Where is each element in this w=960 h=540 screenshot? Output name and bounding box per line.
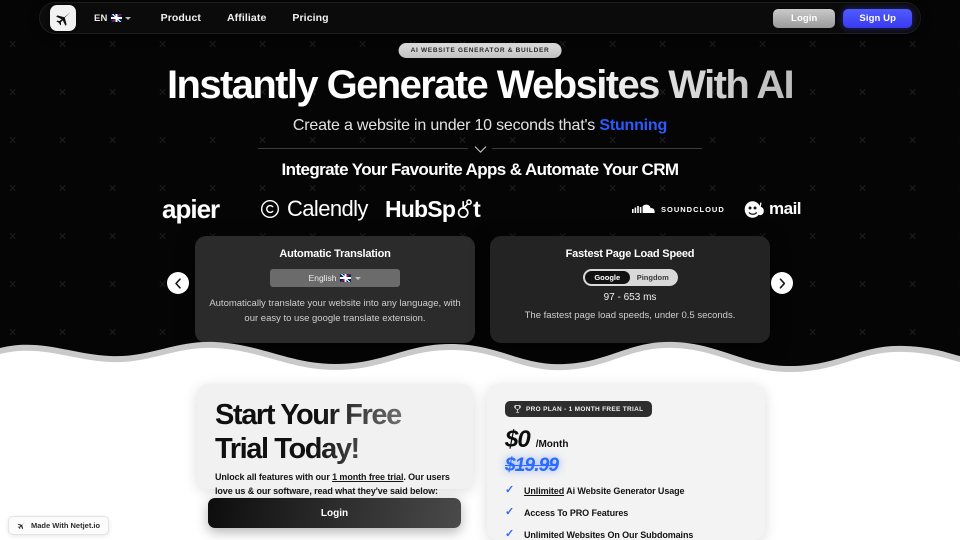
soundcloud-label: SOUNDCLOUD	[661, 204, 725, 214]
brand-logo[interactable]	[50, 5, 76, 31]
price-original: $19.99	[505, 455, 559, 476]
page-title: Instantly Generate Websites With AI	[0, 63, 960, 108]
hero-subtitle: Create a website in under 10 seconds tha…	[0, 117, 960, 135]
price-period: /Month	[535, 439, 569, 450]
hero-subtitle-highlight: Stunning	[599, 117, 668, 134]
pricing-feature-row: ✓ Unlimited Ai Website Generator Usage	[505, 485, 747, 496]
feature-card-description: Automatically translate your website int…	[209, 298, 461, 324]
calendly-label: Calendly	[287, 196, 368, 221]
chevron-down-icon	[355, 276, 362, 280]
free-trial-link[interactable]: 1 month free trial	[332, 472, 403, 482]
mailchimp-mark-icon	[744, 200, 764, 218]
made-with-badge-label: Made With Netjet.io	[31, 521, 101, 530]
pricing-feature-label: Unlimited Ai Website Generator Usage	[524, 485, 685, 496]
uk-flag-icon	[110, 14, 122, 22]
signup-button[interactable]: Sign Up	[843, 8, 912, 28]
hero-section: ✕ ✕ ✕ ✕ ✕ ✕ ✕ ✕ ✕ ✕ ✕ ✕ ✕ ✕ ✕ ✕ ✕ ✕ ✕ ✕ ✕ ✕ ✕ ✕ ✕ ✕ ✕ ✕ ✕ ✕ ✕ ✕ ✕ ✕ ✕ ✕ ✕ ✕ ✕ ✕…	[0, 0, 960, 368]
speed-source-toggle[interactable]: Google Pingdom	[582, 269, 678, 286]
pricing-feature-emphasis: Unlimited	[524, 485, 565, 496]
plan-badge: PRO PLAN - 1 MONTH FREE TRIAL	[505, 401, 653, 417]
pricing-feature-rest: Ai Website Generator Usage	[564, 485, 685, 496]
feature-card-description: The fastest page load speeds, under 0.5 …	[524, 310, 736, 321]
pricing-feature-label: Access To PRO Features	[524, 507, 629, 518]
feature-card-title: Automatic Translation	[279, 248, 391, 260]
mailchimp-label: mail	[769, 199, 802, 218]
toggle-option-google[interactable]: Google	[584, 271, 630, 284]
jet-plane-icon	[55, 11, 71, 26]
free-trial-heading-line1: Start Your Free	[215, 399, 401, 431]
made-with-badge[interactable]: Made With Netjet.io	[8, 516, 110, 535]
soundcloud-logo: SOUNDCLOUD	[632, 203, 725, 215]
integrations-heading: Integrate Your Favourite Apps & Automate…	[281, 160, 680, 179]
free-trial-heading: Start Your Free Trial Today!	[215, 398, 455, 466]
calendly-mark-icon	[260, 199, 280, 219]
free-trial-heading-line2: Trial Today!	[215, 433, 359, 466]
integration-logo-strip: apier Calendly HubSp t SOUNDCLOUD mail	[0, 192, 960, 226]
language-select-value: English	[308, 273, 337, 283]
pricing-feature-label: Unlimited Websites On Our Subdomains	[524, 529, 694, 540]
free-trial-body-before: Unlock all features with our	[215, 472, 333, 483]
calendly-logo: Calendly	[260, 196, 368, 222]
language-select-dropdown[interactable]: English	[270, 269, 400, 287]
nav-link-product[interactable]: Product	[161, 12, 201, 24]
speed-metric-value: 97 - 653 ms	[603, 292, 657, 303]
jet-plane-icon	[17, 522, 26, 530]
free-trial-body: Unlock all features with our 1 month fre…	[215, 471, 455, 498]
nav-link-pricing[interactable]: Pricing	[292, 12, 328, 24]
chevron-right-icon	[779, 277, 786, 289]
language-code: EN	[94, 12, 108, 24]
page-root: ✕ ✕ ✕ ✕ ✕ ✕ ✕ ✕ ✕ ✕ ✕ ✕ ✕ ✕ ✕ ✕ ✕ ✕ ✕ ✕ ✕ ✕ ✕ ✕ ✕ ✕ ✕ ✕ ✕ ✕ ✕ ✕ ✕ ✕ ✕ ✕ ✕ ✕ ✕ ✕…	[0, 0, 960, 540]
soundcloud-mark-icon	[632, 204, 655, 213]
toggle-option-pingdom[interactable]: Pingdom	[630, 271, 676, 284]
trophy-icon	[514, 405, 521, 413]
nav-links: Product Affiliate Pricing	[161, 12, 329, 24]
carousel-prev-button[interactable]	[167, 272, 189, 294]
feature-card-title: Fastest Page Load Speed	[565, 248, 695, 260]
hero-subtitle-text: Create a website in under 10 seconds tha…	[292, 117, 596, 134]
plan-badge-label: PRO PLAN - 1 MONTH FREE TRIAL	[526, 405, 644, 413]
chevron-left-icon	[175, 277, 181, 289]
hubspot-label-tail: t	[473, 195, 481, 222]
feature-card-speed: Fastest Page Load Speed Google Pingdom 9…	[490, 236, 770, 343]
free-trial-card: Start Your Free Trial Today! Unlock all …	[197, 384, 473, 496]
check-icon: ✓	[505, 484, 515, 496]
pricing-card: PRO PLAN - 1 MONTH FREE TRIAL $0 /Month …	[487, 384, 765, 540]
zapier-logo: apier	[162, 193, 220, 224]
carousel-next-button[interactable]	[771, 272, 793, 294]
hubspot-mark-icon	[457, 198, 473, 218]
nav-link-affiliate[interactable]: Affiliate	[227, 12, 266, 24]
feature-card-translation: Automatic Translation English Automatica…	[195, 236, 475, 343]
navbar: EN Product Affiliate Pricing Login Sign …	[40, 3, 920, 33]
login-button[interactable]: Login	[773, 8, 836, 28]
chevron-down-icon	[124, 16, 131, 20]
hubspot-label: HubSp	[385, 195, 456, 222]
price-current: $0	[505, 426, 531, 453]
price-row: $0 /Month	[505, 426, 747, 454]
pricing-feature-row: ✓ Unlimited Websites On Our Subdomains	[505, 529, 747, 540]
nav-actions: Login Sign Up	[773, 8, 912, 28]
check-icon: ✓	[505, 528, 515, 540]
check-icon: ✓	[505, 506, 515, 518]
trial-login-button[interactable]: Login	[208, 498, 461, 528]
scroll-down-chevron[interactable]	[468, 142, 492, 156]
mailchimp-logo: mail	[742, 198, 802, 221]
language-selector[interactable]: EN	[94, 13, 131, 24]
pricing-feature-row: ✓ Access To PRO Features	[505, 507, 747, 518]
uk-flag-icon	[340, 274, 352, 282]
hero-badge: AI WEBSITE GENERATOR & BUILDER	[398, 43, 562, 58]
hubspot-logo: HubSp t	[385, 195, 481, 223]
